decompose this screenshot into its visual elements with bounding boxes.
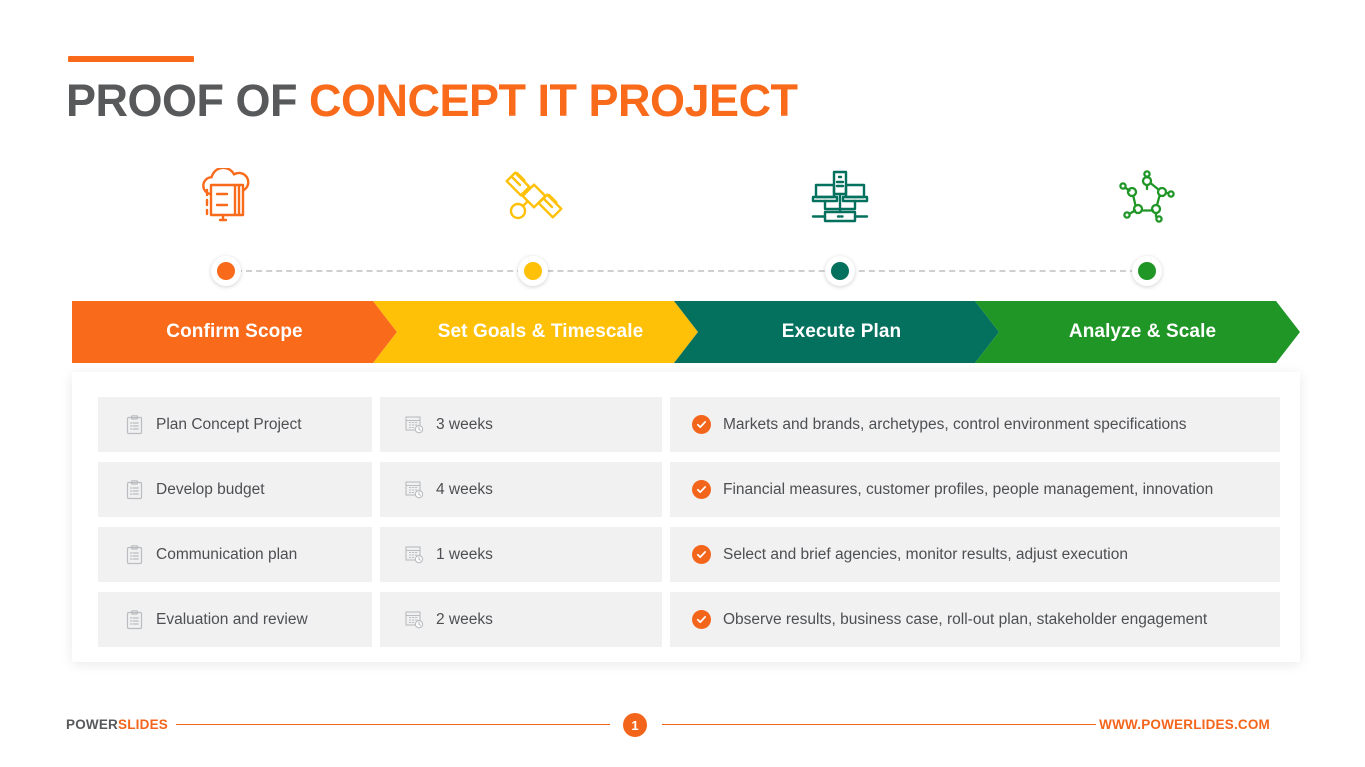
track-dots — [72, 252, 1300, 290]
description-cell[interactable]: Observe results, business case, roll-out… — [670, 592, 1280, 647]
calendar-clock-icon — [404, 609, 424, 631]
description-text: Select and brief agencies, monitor resul… — [723, 545, 1128, 563]
table-row: Plan Concept Project 3 weeks Markets and… — [98, 397, 1280, 452]
clipboard-icon — [124, 479, 144, 501]
task-cell[interactable]: Communication plan — [98, 527, 372, 582]
stage-icon-cell-3 — [686, 158, 993, 240]
cloud-server-icon — [194, 166, 258, 231]
description-text: Financial measures, customer profiles, p… — [723, 480, 1214, 498]
stage-chevron-4[interactable]: Analyze & Scale — [975, 301, 1300, 363]
task-rows: Plan Concept Project 3 weeks Markets and… — [98, 397, 1280, 657]
clipboard-icon — [124, 544, 144, 566]
brand-logo: POWERSLIDES — [66, 717, 168, 732]
page-title-accent: CONCEPT IT PROJECT — [309, 75, 798, 126]
page-number-badge: 1 — [623, 713, 647, 737]
stage-chevron-3[interactable]: Execute Plan — [674, 301, 999, 363]
stage-chevron-2[interactable]: Set Goals & Timescale — [373, 301, 698, 363]
time-text: 3 weeks — [436, 415, 493, 433]
content-panel: Plan Concept Project 3 weeks Markets and… — [72, 372, 1300, 662]
stage-dot-3 — [686, 252, 993, 290]
task-text: Evaluation and review — [156, 610, 308, 628]
description-text: Observe results, business case, roll-out… — [723, 610, 1208, 628]
page-title-primary: PROOF OF — [66, 75, 309, 126]
task-text: Plan Concept Project — [156, 415, 302, 433]
description-text: Markets and brands, archetypes, control … — [723, 415, 1187, 433]
time-cell[interactable]: 3 weeks — [380, 397, 662, 452]
dot-core — [216, 262, 235, 280]
title-accent-bar — [68, 56, 194, 62]
brand-part-power: POWER — [66, 717, 119, 732]
check-circle-icon — [692, 545, 711, 564]
stage-dot-4 — [993, 252, 1300, 290]
node-graph-icon — [1118, 169, 1176, 230]
description-cell[interactable]: Select and brief agencies, monitor resul… — [670, 527, 1280, 582]
time-text: 1 weeks — [436, 545, 493, 563]
time-text: 2 weeks — [436, 610, 493, 628]
calendar-clock-icon — [404, 544, 424, 566]
dot-halo — [517, 256, 548, 286]
table-row: Communication plan 1 weeks Select and br… — [98, 527, 1280, 582]
stage-label: Analyze & Scale — [1068, 321, 1217, 342]
time-cell[interactable]: 4 weeks — [380, 462, 662, 517]
stage-icon-cell-2 — [379, 158, 686, 240]
stage-label: Confirm Scope — [166, 321, 303, 342]
task-cell[interactable]: Plan Concept Project — [98, 397, 372, 452]
stage-dot-2 — [379, 252, 686, 290]
stage-icons-row — [72, 158, 1300, 240]
page-title: PROOF OF CONCEPT IT PROJECT — [66, 72, 798, 130]
dot-halo — [824, 256, 855, 286]
clipboard-icon — [124, 414, 144, 436]
dot-core — [523, 262, 542, 280]
time-cell[interactable]: 1 weeks — [380, 527, 662, 582]
satellite-icon — [502, 168, 564, 231]
stage-icon-cell-4 — [993, 158, 1300, 240]
table-row: Evaluation and review 2 weeks Observe re… — [98, 592, 1280, 647]
description-cell[interactable]: Markets and brands, archetypes, control … — [670, 397, 1280, 452]
check-circle-icon — [692, 415, 711, 434]
website-url[interactable]: WWW.POWERLIDES.COM — [1099, 717, 1270, 732]
task-cell[interactable]: Evaluation and review — [98, 592, 372, 647]
dot-halo — [210, 256, 241, 286]
stage-label: Execute Plan — [781, 321, 902, 342]
stage-dot-track — [72, 252, 1300, 290]
dot-core — [1137, 262, 1156, 280]
task-cell[interactable]: Develop budget — [98, 462, 372, 517]
time-cell[interactable]: 2 weeks — [380, 592, 662, 647]
stage-ribbon: Confirm Scope Set Goals & Timescale Exec… — [72, 301, 1300, 363]
dot-core — [830, 262, 849, 280]
footer-line-right — [662, 724, 1096, 725]
footer: POWERSLIDES 1 WWW.POWERLIDES.COM — [0, 706, 1365, 752]
check-circle-icon — [692, 480, 711, 499]
check-circle-icon — [692, 610, 711, 629]
footer-line-left — [176, 724, 610, 725]
clipboard-icon — [124, 609, 144, 631]
stage-icon-cell-1 — [72, 158, 379, 240]
task-text: Communication plan — [156, 545, 298, 563]
description-cell[interactable]: Financial measures, customer profiles, p… — [670, 462, 1280, 517]
stage-chevron-1[interactable]: Confirm Scope — [72, 301, 397, 363]
calendar-clock-icon — [404, 414, 424, 436]
network-servers-icon — [808, 169, 872, 230]
time-text: 4 weeks — [436, 480, 493, 498]
dot-halo — [1131, 256, 1162, 286]
stage-label: Set Goals & Timescale — [437, 321, 644, 342]
task-text: Develop budget — [156, 480, 265, 498]
table-row: Develop budget 4 weeks Financial measure… — [98, 462, 1280, 517]
brand-part-slides: SLIDES — [118, 717, 168, 732]
stage-dot-1 — [72, 252, 379, 290]
calendar-clock-icon — [404, 479, 424, 501]
